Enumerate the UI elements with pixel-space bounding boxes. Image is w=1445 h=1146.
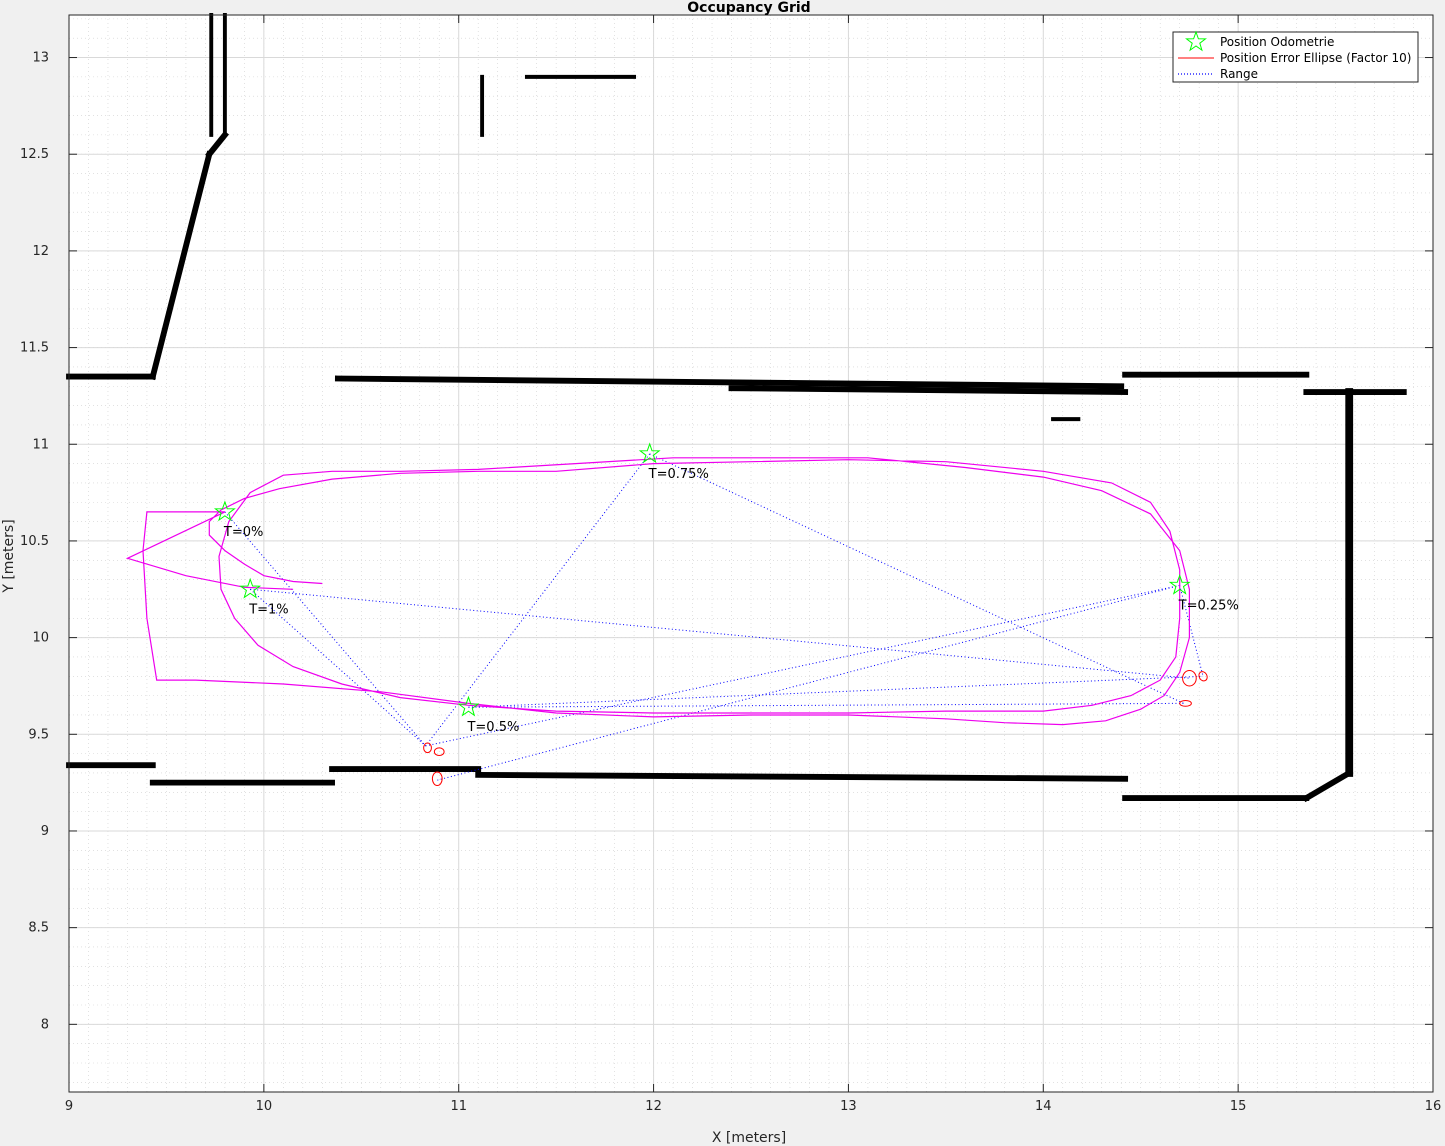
occupied-cells (728, 385, 1129, 395)
occupancy-grid-chart: T=0% T=0.25% T=0.5% T=0.75% T=1% 9 10 11 12 13 14… (0, 0, 1445, 1146)
y-tick-label: 8 (41, 1017, 49, 1032)
y-tick-label: 9.5 (28, 727, 49, 742)
y-tick-label: 8.5 (28, 921, 49, 936)
x-axis-label: X [meters] (712, 1130, 786, 1146)
x-tick-label: 12 (645, 1099, 662, 1114)
x-tick-label: 11 (450, 1099, 467, 1114)
y-tick-label: 10 (32, 631, 49, 646)
odometry-label: T=1% (248, 602, 288, 617)
legend-label-range: Range (1220, 67, 1258, 81)
occupied-cells (475, 771, 1129, 782)
x-tick-label: 9 (65, 1099, 73, 1114)
x-tick-label: 13 (840, 1099, 857, 1114)
plot-area (69, 15, 1433, 1092)
y-axis-label: Y [meters] (1, 519, 17, 593)
x-tick-label: 14 (1035, 1099, 1052, 1114)
odometry-label: T=0.5% (466, 720, 519, 735)
y-tick-label: 11 (32, 437, 49, 452)
x-tick-label: 15 (1230, 1099, 1247, 1114)
y-tick-label: 10.5 (20, 534, 49, 549)
legend-label-odometry: Position Odometrie (1220, 35, 1334, 49)
y-tick-label: 9 (41, 824, 49, 839)
y-tick-label: 12.5 (20, 147, 49, 162)
odometry-label: T=0.75% (648, 467, 709, 482)
odometry-label: T=0.25% (1178, 598, 1239, 613)
chart-title: Occupancy Grid (687, 0, 810, 16)
x-tick-label: 16 (1425, 1099, 1442, 1114)
y-tick-label: 13 (32, 51, 49, 66)
legend-label-ellipse: Position Error Ellipse (Factor 10) (1220, 51, 1411, 65)
y-tick-label: 11.5 (20, 341, 49, 356)
odometry-label: T=0% (223, 525, 263, 540)
x-tick-label: 10 (256, 1099, 273, 1114)
legend: Position Odometrie Position Error Ellips… (1172, 30, 1419, 83)
y-tick-label: 12 (32, 244, 49, 259)
